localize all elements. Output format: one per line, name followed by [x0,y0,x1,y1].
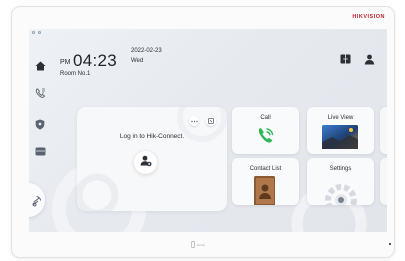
date-label: 2022-02-23 [131,48,162,54]
gear-icon [321,176,361,205]
room-label: Room No.1 [60,71,91,77]
tile-contact-list-label: Contact List [249,166,282,172]
ampm-label: PM [60,59,71,66]
door-icon[interactable] [339,53,351,65]
brand-logo: HIKVISION [352,14,385,20]
screen: PM 04:23 2022-02-23 Wed Room No.1 Log in… [29,29,387,232]
tile-live-view-label: Live View [327,115,354,121]
add-user-button[interactable] [134,151,157,174]
next-tile-peek[interactable] [380,107,387,154]
home-icon[interactable] [34,60,46,72]
hik-connect-title: Log in to Hik-Connect. [119,133,185,140]
home-button-label: Home [197,242,206,247]
tile-live-view[interactable]: Live View [307,107,374,154]
indicator-led [389,243,391,245]
status-dot-icon [38,31,41,34]
tile-call[interactable]: Call [232,107,299,154]
status-dot-icon [32,31,35,34]
next-tile-peek[interactable] [380,158,387,205]
clock-time: 04:23 [73,51,118,70]
hik-connect-card[interactable]: Log in to Hik-Connect. [77,107,227,211]
expand-icon[interactable] [206,116,216,126]
sidebar [29,37,51,232]
status-bar [29,29,387,37]
tile-contact-list[interactable]: Contact List [232,158,299,205]
contact-book-icon [254,176,276,205]
call-log-icon[interactable] [34,87,46,99]
unlock-slider[interactable] [29,183,45,217]
camera-icon [322,125,358,154]
tile-settings[interactable]: Settings [307,158,374,205]
unlock-icon [32,194,41,212]
home-button[interactable]: Home [191,241,205,248]
tile-call-label: Call [260,115,271,121]
more-icon[interactable] [189,116,199,126]
home-button-icon [191,241,195,248]
shield-icon[interactable] [34,118,46,130]
user-icon[interactable] [363,53,375,65]
weekday-label: Wed [131,58,144,64]
message-icon[interactable] [34,145,46,157]
tile-settings-label: Settings [329,166,352,172]
phone-icon [256,126,276,151]
add-user-icon [140,154,152,172]
